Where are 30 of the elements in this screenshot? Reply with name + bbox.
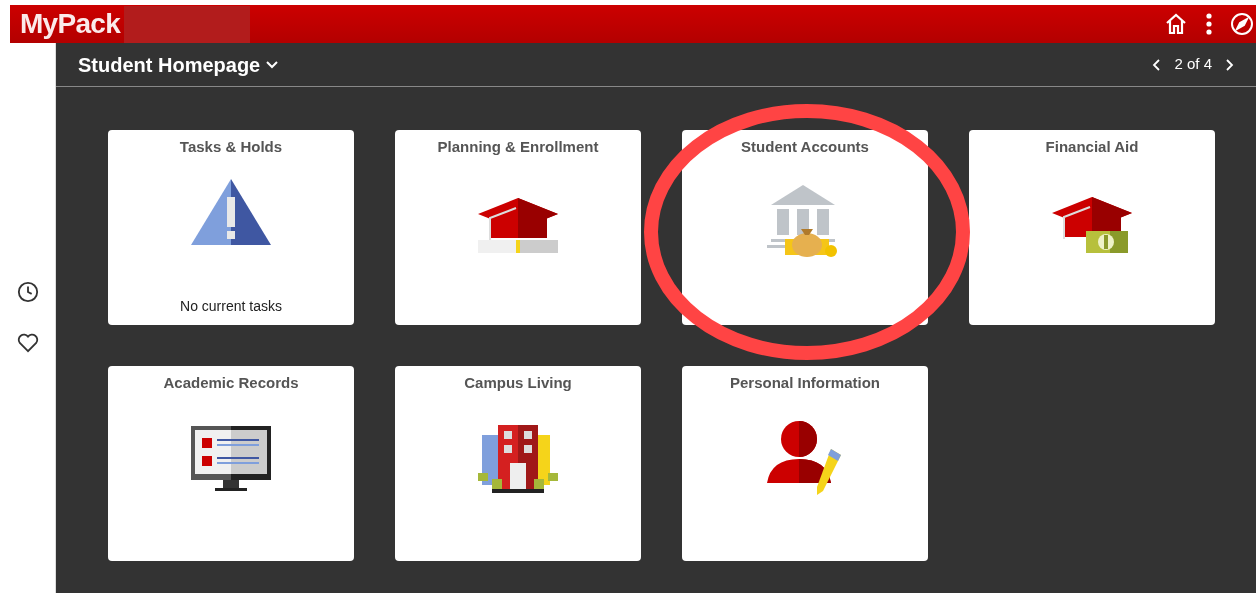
tile-title: Academic Records: [163, 373, 299, 393]
buildings-icon: [478, 424, 558, 493]
logo[interactable]: MyPack: [20, 10, 121, 38]
homepage-selector[interactable]: Student Homepage: [78, 49, 279, 80]
next-icon[interactable]: [1226, 58, 1234, 71]
tile[interactable]: Personal Information: [682, 366, 928, 561]
tile[interactable]: Financial Aid: [969, 130, 1215, 325]
chevron-down-icon: [266, 60, 279, 69]
warning-icon: [191, 179, 271, 246]
tile[interactable]: Academic Records: [108, 366, 354, 561]
monitor-icon: [191, 425, 271, 492]
tile-title: Financial Aid: [1045, 137, 1139, 157]
tile-title: Planning & Enrollment: [437, 137, 599, 157]
favorites-icon[interactable]: [16, 333, 39, 353]
previous-icon[interactable]: [1152, 58, 1161, 71]
page-indicator: 2 of 4: [1174, 54, 1212, 75]
tile[interactable]: Tasks & Holds No current tasks: [108, 130, 354, 325]
compass-icon[interactable]: [1230, 12, 1254, 36]
tile-note: No current tasks: [180, 297, 282, 316]
more-options-icon[interactable]: [1206, 13, 1212, 35]
tile[interactable]: Student Accounts: [682, 130, 928, 325]
tile-title: Campus Living: [464, 373, 572, 393]
home-icon[interactable]: [1164, 12, 1188, 36]
person-edit-icon: [767, 420, 843, 497]
recent-icon[interactable]: [16, 281, 39, 303]
tile-title: Tasks & Holds: [179, 137, 283, 157]
tile-title: Student Accounts: [741, 137, 869, 157]
tile-title: Personal Information: [730, 373, 880, 393]
tile[interactable]: Planning & Enrollment: [395, 130, 641, 325]
tile[interactable]: Campus Living: [395, 366, 641, 561]
